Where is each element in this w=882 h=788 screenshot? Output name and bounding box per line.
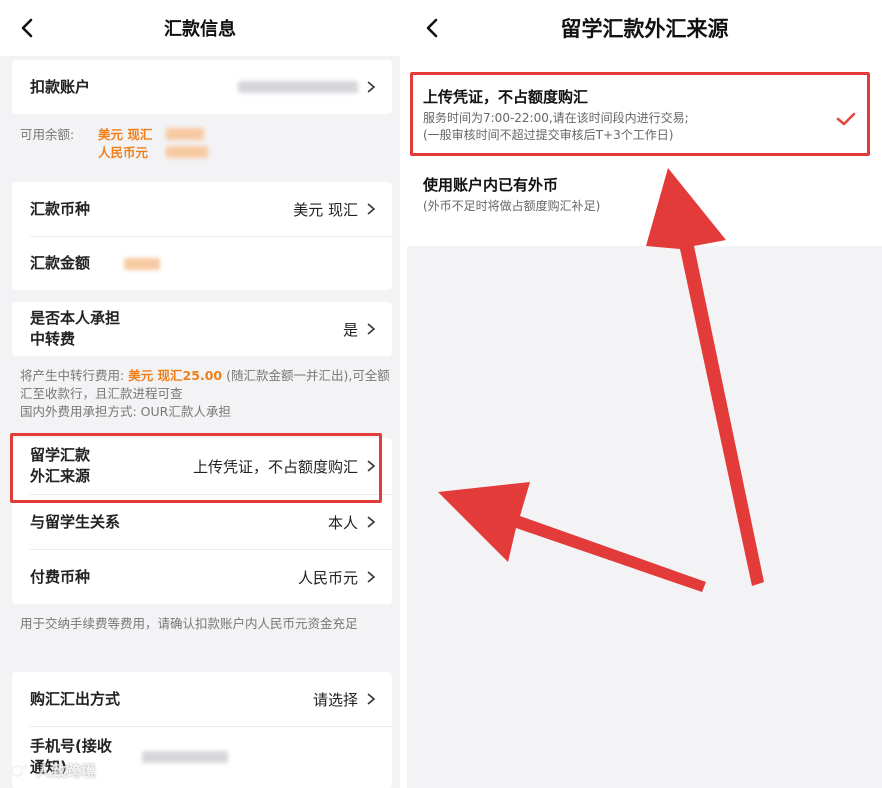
- left-screen: 汇款信息 扣款账户 可用余额: 美元 现汇 人民币元 汇款币种 美元 现汇 汇款: [0, 0, 400, 788]
- bear-fee-label: 是否本人承担 中转费: [30, 308, 120, 350]
- watermark-logo-icon: [11, 764, 28, 777]
- masked-usd-balance: [166, 128, 204, 140]
- pay-currency-value-wrap: 人民币元: [298, 567, 378, 588]
- bear-fee-value-wrap: 是: [343, 319, 378, 340]
- balance-usd: 美元 现汇: [98, 127, 153, 142]
- pay-currency-row[interactable]: 付费币种 人民币元: [12, 550, 392, 604]
- option-title: 使用账户内已有外币: [423, 176, 559, 194]
- right-screen: 留学汇款外汇来源 上传凭证，不占额度购汇 服务时间为7:00-22:00,请在该…: [407, 0, 882, 788]
- watermark: 人致跨境: [8, 760, 96, 781]
- remit-currency-label: 汇款币种: [30, 199, 91, 218]
- debit-account-row[interactable]: 扣款账户: [12, 60, 392, 114]
- chevron-left-icon: [426, 18, 438, 38]
- balance-cny: 人民币元: [98, 145, 149, 160]
- purchase-method-value: 请选择: [312, 690, 358, 709]
- pay-note: 用于交纳手续费等费用，请确认扣款账户内人民币元资金充足: [20, 616, 358, 631]
- purchase-method-label: 购汇汇出方式: [30, 689, 121, 708]
- page-title: 留学汇款外汇来源: [560, 17, 729, 41]
- fee-note-line3: 国内外费用承担方式: OUR汇款人承担: [20, 404, 231, 419]
- page-title: 汇款信息: [164, 19, 236, 40]
- option-use-existing-fx[interactable]: 使用账户内已有外币 (外币不足时将做占额度购汇补足): [423, 174, 866, 215]
- divider: [30, 726, 392, 727]
- chevron-right-icon: [367, 571, 376, 583]
- masked-phone: [141, 751, 228, 763]
- bear-fee-label-line1: 是否本人承担: [30, 309, 121, 327]
- remit-currency-value: 美元 现汇: [293, 200, 358, 219]
- debit-account-value: [238, 80, 378, 94]
- chevron-right-icon: [367, 203, 376, 215]
- relation-row[interactable]: 与留学生关系 本人: [12, 495, 392, 549]
- debit-account-card: 扣款账户: [12, 60, 392, 114]
- fee-note: 将产生中转行费用: 美元 现汇25.00 (随汇款金额一并汇出),可全额汇至收款…: [20, 367, 390, 421]
- masked-account-number: [238, 81, 358, 93]
- balance-label: 可用余额:: [20, 127, 75, 142]
- remit-currency-row[interactable]: 汇款币种 美元 现汇: [12, 182, 392, 236]
- remit-amount-label: 汇款金额: [30, 254, 91, 272]
- chevron-right-icon: [367, 81, 376, 93]
- debit-account-label: 扣款账户: [30, 77, 91, 96]
- relation-value: 本人: [327, 513, 358, 532]
- purchase-method-value-wrap: 请选择: [313, 689, 378, 710]
- relation-value-wrap: 本人: [328, 512, 378, 533]
- highlight-box-option: [410, 72, 870, 156]
- purchase-method-row[interactable]: 购汇汇出方式 请选择: [12, 672, 392, 726]
- chevron-right-icon: [367, 516, 376, 528]
- option-desc: (外币不足时将做占额度购汇补足): [423, 199, 601, 213]
- balance-info: 可用余额: 美元 现汇 人民币元: [20, 126, 390, 160]
- relation-label: 与留学生关系: [30, 512, 121, 531]
- masked-cny-balance: [166, 146, 208, 158]
- bear-fee-card: 是否本人承担 中转费 是: [12, 302, 392, 356]
- chevron-left-icon: [21, 18, 33, 38]
- watermark-text: 人致跨境: [36, 762, 97, 780]
- nav-bar: 留学汇款外汇来源: [407, 0, 882, 56]
- bear-fee-row[interactable]: 是否本人承担 中转费 是: [12, 302, 392, 356]
- phone-label-line1: 手机号(接收: [30, 737, 112, 755]
- fee-note-prefix: 将产生中转行费用:: [20, 368, 125, 383]
- highlight-box-source: [10, 433, 382, 503]
- bear-fee-value: 是: [342, 320, 358, 339]
- remit-currency-value-wrap: 美元 现汇: [293, 199, 378, 220]
- nav-bar: 汇款信息: [0, 0, 400, 56]
- chevron-right-icon: [367, 323, 376, 335]
- back-button[interactable]: [417, 13, 447, 43]
- bear-fee-label-line2: 中转费: [30, 330, 76, 348]
- pay-currency-label: 付费币种: [30, 567, 91, 586]
- masked-amount: [124, 257, 161, 270]
- remit-amount-row[interactable]: 汇款金额: [12, 237, 392, 290]
- remit-currency-card: 汇款币种 美元 现汇 汇款金额: [12, 182, 392, 290]
- chevron-right-icon: [367, 693, 376, 705]
- pay-currency-value: 人民币元: [297, 568, 358, 587]
- back-button[interactable]: [12, 13, 42, 43]
- fee-note-amount: 美元 现汇25.00: [128, 368, 223, 383]
